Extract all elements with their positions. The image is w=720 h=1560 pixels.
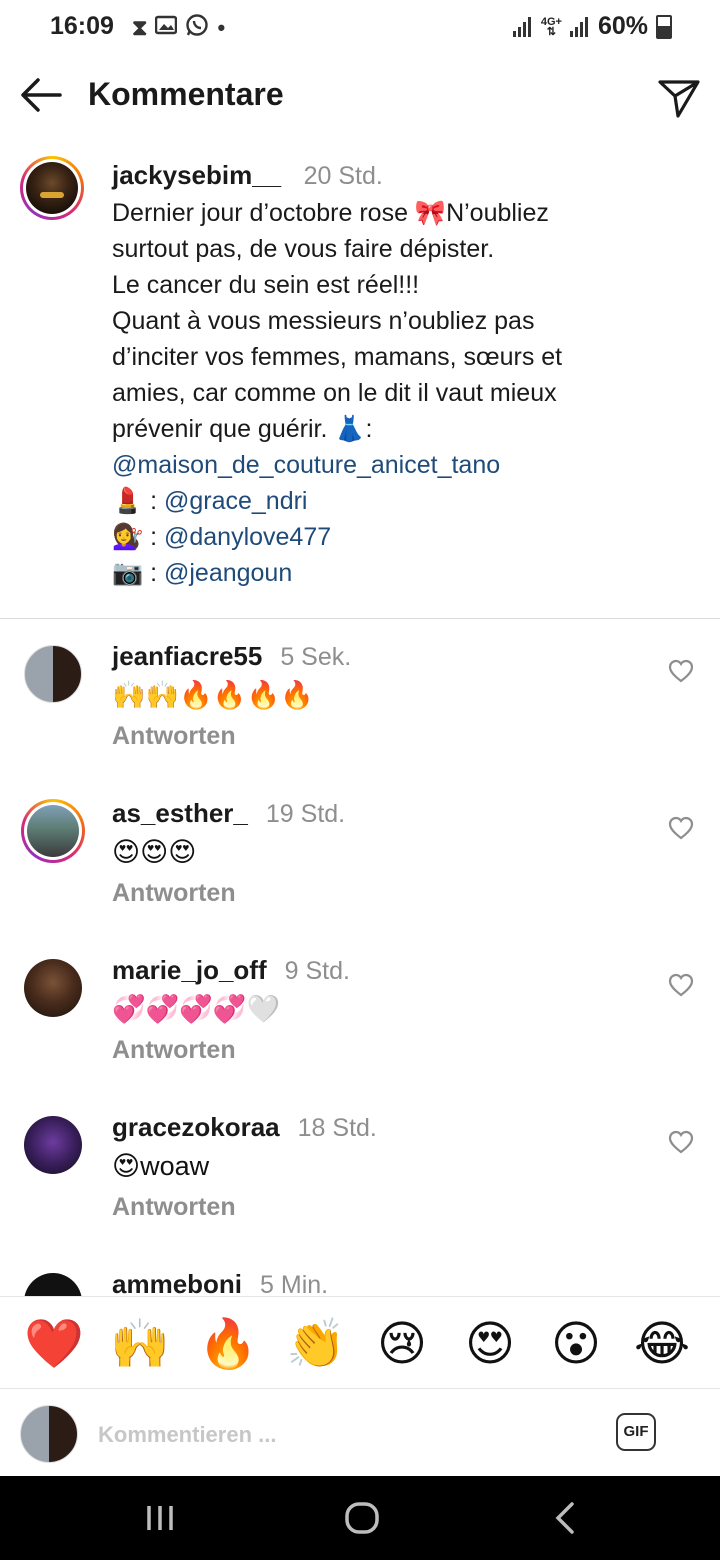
hourglass-icon: ⧗	[132, 15, 148, 40]
comment-avatar	[27, 805, 79, 857]
recent-apps-icon[interactable]	[130, 1498, 190, 1538]
like-heart-icon[interactable]	[668, 659, 694, 683]
app-header: Kommentare	[0, 60, 720, 132]
mention-link-4[interactable]: @jeangoun	[164, 559, 292, 587]
clapping-emoji-button[interactable]: 👏	[286, 1315, 346, 1375]
network-type-icon: 4G+ ⇅	[540, 15, 562, 38]
battery-percent: 60%	[597, 12, 648, 40]
caption-username[interactable]: jackysebim__	[112, 160, 281, 190]
caption-text: Dernier jour d’octobre rose 🎀N’oubliez s…	[112, 199, 563, 587]
share-send-icon[interactable]	[656, 74, 702, 120]
back-nav-icon[interactable]	[536, 1498, 596, 1538]
haircut-emoji-icon: 💇‍♀️	[112, 523, 144, 551]
signal-icon-2	[569, 16, 590, 37]
comment-username[interactable]: gracezokoraa	[112, 1112, 280, 1142]
home-icon[interactable]	[332, 1498, 392, 1538]
fire-emoji-button[interactable]: 🔥	[198, 1315, 258, 1375]
like-heart-icon[interactable]	[668, 816, 694, 840]
camera-emoji-icon: 📷	[112, 559, 144, 587]
comment-username[interactable]: as_esther_	[112, 798, 248, 828]
crying-emoji-button[interactable]: 😢	[372, 1315, 432, 1375]
tears-of-joy-emoji-button[interactable]: 😂	[632, 1315, 692, 1375]
caption-avatar-ring[interactable]	[20, 156, 84, 220]
mention-link-1[interactable]: @maison_de_couture_anicet_tano	[112, 451, 500, 479]
comment-text: 🙌🙌🔥🔥🔥🔥	[112, 680, 314, 710]
status-notification-icons: ⧗ •	[132, 13, 225, 43]
comment-item: jeanfiacre55 5 Sek. 🙌🙌🔥🔥🔥🔥 Antworten	[0, 641, 720, 795]
like-heart-icon[interactable]	[668, 1130, 694, 1154]
comment-avatar-ring[interactable]	[21, 799, 85, 863]
comment-username[interactable]: jeanfiacre55	[112, 641, 262, 671]
system-nav-bar	[0, 1476, 720, 1560]
comment-composer: GIF	[0, 1388, 720, 1477]
comment-item: as_esther_ 19 Std. 😍😍😍 Antworten	[0, 798, 720, 952]
comment-item: gracezokoraa 18 Std. 😍woaw Antworten	[0, 1112, 720, 1266]
comment-text: 😍😍😍	[112, 837, 197, 867]
red-heart-emoji-button[interactable]: ❤️	[24, 1315, 84, 1375]
quick-emoji-bar: ❤️ 🙌 🔥 👏 😢 😍 😮 😂	[0, 1296, 720, 1389]
back-arrow-icon[interactable]	[18, 74, 64, 116]
whatsapp-icon	[185, 13, 209, 43]
like-heart-icon[interactable]	[668, 973, 694, 997]
signal-icon	[512, 16, 533, 37]
caption-divider	[0, 618, 720, 619]
reply-button[interactable]: Antworten	[112, 879, 236, 908]
comment-username[interactable]: ammeboni	[112, 1273, 242, 1296]
status-right: 4G+ ⇅ 60%	[512, 12, 672, 41]
gallery-icon	[155, 15, 178, 41]
gif-button[interactable]: GIF	[616, 1413, 656, 1451]
comment-text: 😍woaw	[112, 1151, 210, 1181]
dot-icon: •	[217, 15, 226, 40]
comment-item: ammeboni 5 Min.	[0, 1273, 720, 1296]
lipstick-emoji-icon: 💄	[112, 487, 144, 515]
comment-timestamp: 5 Sek.	[280, 643, 352, 671]
comment-timestamp: 18 Std.	[297, 1114, 377, 1142]
current-user-avatar	[20, 1405, 78, 1463]
comment-timestamp: 19 Std.	[265, 800, 346, 828]
page-title: Kommentare	[88, 76, 284, 112]
comment-avatar[interactable]	[24, 1116, 82, 1174]
comment-timestamp: 9 Std.	[284, 957, 350, 985]
comment-item: marie_jo_off 9 Std. 💞💞💞💞🤍 Antworten	[0, 955, 720, 1109]
reply-button[interactable]: Antworten	[112, 722, 236, 751]
reply-button[interactable]: Antworten	[112, 1193, 236, 1222]
raising-hands-emoji-button[interactable]: 🙌	[110, 1315, 170, 1375]
mention-link-3[interactable]: @danylove477	[164, 523, 331, 551]
comment-avatar[interactable]	[24, 645, 82, 703]
battery-icon	[656, 14, 672, 39]
comment-avatar[interactable]	[24, 959, 82, 1017]
heart-eyes-emoji-button[interactable]: 😍	[460, 1315, 520, 1375]
comment-username[interactable]: marie_jo_off	[112, 955, 267, 985]
comment-text: 💞💞💞💞🤍	[112, 994, 281, 1024]
caption-timestamp: 20 Std.	[303, 162, 383, 190]
reply-button[interactable]: Antworten	[112, 1036, 236, 1065]
mention-link-2[interactable]: @grace_ndri	[164, 487, 308, 515]
caption-avatar	[26, 162, 78, 214]
comment-timestamp: 5 Min.	[260, 1273, 329, 1296]
bow-emoji-icon: 🎀	[414, 199, 447, 227]
status-bar: 16:09 ⧗ • 4G+ ⇅ 60%	[0, 0, 720, 56]
comment-input[interactable]	[96, 1417, 580, 1453]
comment-avatar[interactable]	[24, 1273, 82, 1296]
surprised-emoji-button[interactable]: 😮	[546, 1315, 606, 1375]
status-time: 16:09	[50, 12, 114, 40]
dress-emoji-icon: 👗	[334, 415, 366, 443]
